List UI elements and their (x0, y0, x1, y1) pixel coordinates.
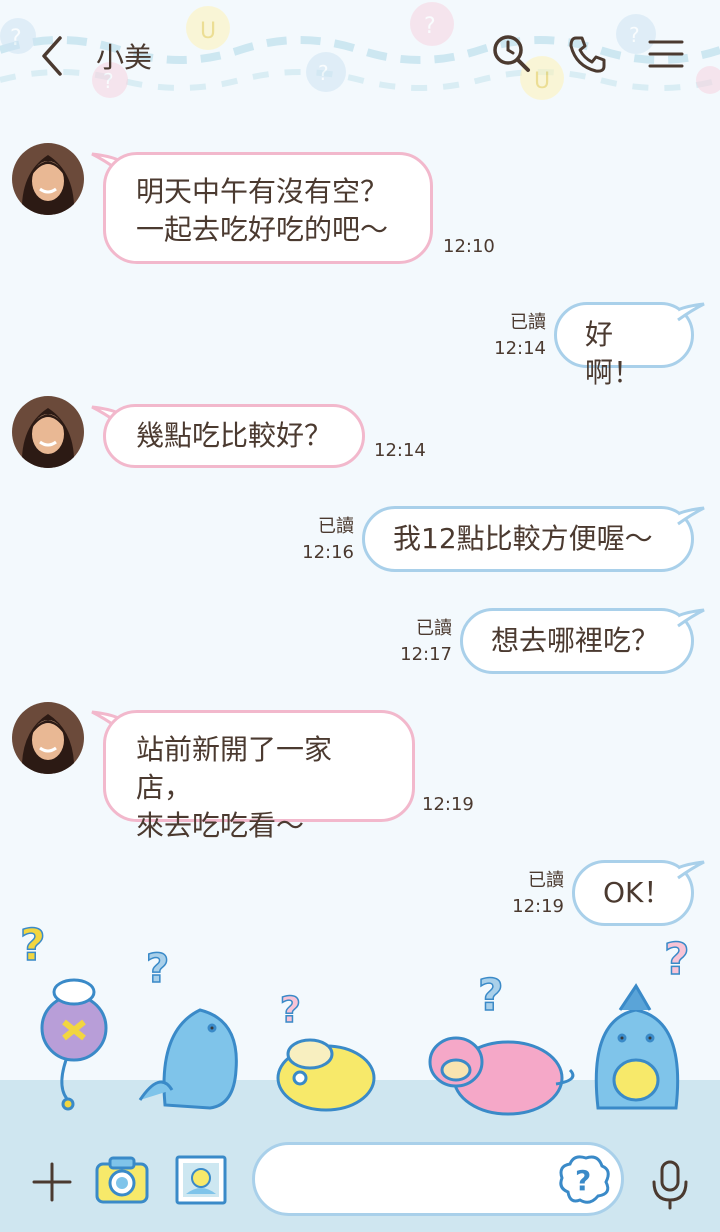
clock-search-icon (493, 35, 530, 72)
input-bar: ? (0, 1132, 720, 1232)
chat-title: 小美 (96, 41, 153, 74)
message-bubble-outgoing[interactable]: 我12點比較方便喔～ (362, 506, 694, 572)
bubble-tail (677, 302, 705, 322)
back-button[interactable] (30, 32, 78, 80)
message-time: 12:14 (494, 338, 546, 359)
chat-header: ? U ? ? ? U ? 小美 (0, 0, 720, 110)
message-line: 來去吃吃看～ (136, 809, 305, 842)
microphone-icon (652, 1160, 688, 1210)
avatar-photo (12, 396, 84, 468)
message-bubble-incoming[interactable]: 站前新開了一家店， 來去吃吃看～ (103, 710, 415, 842)
question-mark-icon: ? (664, 934, 690, 985)
message-time: 12:17 (400, 644, 452, 665)
image-button[interactable] (174, 1154, 228, 1206)
sticker-button[interactable]: ? (556, 1152, 612, 1208)
read-receipt: 已讀 12:16 (298, 514, 354, 566)
message-line: 明天中午有沒有空？ (136, 175, 389, 208)
bubble-tail (677, 608, 705, 628)
avatar-photo (12, 143, 84, 215)
yellow-duck-character (276, 1038, 376, 1112)
avatar-photo (12, 702, 84, 774)
message-time: 12:16 (302, 542, 354, 563)
plus-icon (32, 1162, 72, 1202)
message-text: 好啊！ (585, 318, 642, 389)
read-status: 已讀 (510, 312, 546, 333)
purple-balloon-character (40, 978, 108, 1111)
search-history-button[interactable] (490, 32, 534, 76)
menu-icon (648, 40, 684, 68)
svg-text:?: ? (629, 23, 640, 47)
camera-button[interactable] (94, 1154, 150, 1206)
image-icon (175, 1155, 227, 1205)
message-bubble-incoming[interactable]: 明天中午有沒有空？ 一起去吃好吃的吧～ (103, 152, 433, 264)
message-bubble-incoming[interactable]: 幾點吃比較好？ (103, 404, 365, 468)
svg-text:?: ? (575, 1164, 591, 1197)
blue-mudkip-character (594, 983, 680, 1110)
read-status: 已讀 (318, 516, 354, 537)
message-text: OK！ (603, 876, 672, 909)
camera-icon (95, 1156, 149, 1204)
question-mark-icon: ? (20, 920, 46, 971)
pink-slowpoke-character (428, 1036, 575, 1116)
svg-text:?: ? (424, 14, 436, 39)
message-time: 12:10 (443, 236, 495, 257)
question-sticker-icon: ? (559, 1155, 610, 1204)
character-decoration: ? ? ? ? ? (19, 919, 690, 1116)
svg-text:?: ? (10, 26, 22, 51)
read-status: 已讀 (528, 870, 564, 891)
message-time: 12:19 (422, 794, 474, 815)
question-mark-icon: ? (280, 990, 301, 1031)
read-status: 已讀 (416, 618, 452, 639)
avatar[interactable] (12, 396, 84, 468)
bubble-tail (677, 860, 705, 880)
message-line: 站前新開了一家店， (136, 733, 333, 804)
plus-button[interactable] (28, 1158, 76, 1206)
message-line: 幾點吃比較好？ (136, 419, 333, 452)
blue-blob-character (138, 1008, 238, 1110)
voice-button[interactable] (648, 1158, 692, 1210)
phone-icon (569, 36, 606, 73)
message-bubble-outgoing[interactable]: 好啊！ (554, 302, 694, 389)
message-bubble-outgoing[interactable]: 想去哪裡吃？ (460, 608, 694, 674)
bubble-tail (677, 506, 705, 526)
avatar[interactable] (12, 702, 84, 774)
chevron-left-icon (42, 36, 62, 76)
call-button[interactable] (566, 32, 610, 76)
read-receipt: 已讀 12:17 (396, 616, 452, 668)
svg-text:?: ? (318, 61, 329, 85)
message-text: 想去哪裡吃？ (491, 624, 660, 657)
svg-text:U: U (200, 19, 216, 44)
message-line: 一起去吃好吃的吧～ (136, 213, 389, 246)
read-receipt: 已讀 12:14 (490, 310, 546, 362)
question-mark-icon: ? (478, 970, 504, 1021)
message-time: 12:14 (374, 440, 426, 461)
message-text: 我12點比較方便喔～ (393, 522, 653, 555)
svg-text:U: U (534, 69, 550, 94)
question-mark-icon: ? (146, 946, 169, 992)
menu-button[interactable] (644, 32, 688, 76)
avatar[interactable] (12, 143, 84, 215)
